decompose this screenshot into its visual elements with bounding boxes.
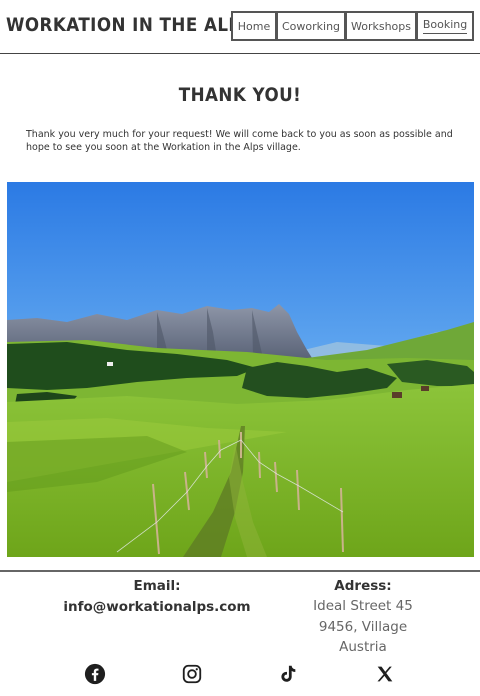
instagram-icon[interactable] xyxy=(181,663,203,685)
nav-home-label: Home xyxy=(237,19,271,33)
footer-address-block: Adress: Ideal Street 45 9456, Village Au… xyxy=(278,576,448,658)
alpine-meadow-photo xyxy=(7,182,474,557)
address-heading: Adress: xyxy=(334,578,392,594)
thank-you-message: Thank you very much for your request! We… xyxy=(26,129,453,153)
social-links xyxy=(0,663,480,685)
site-header: WORKATION IN THE ALPS Home Coworking Wor… xyxy=(0,0,480,54)
x-icon[interactable] xyxy=(374,663,396,685)
main-nav: Home Coworking Workshops Booking xyxy=(231,11,474,41)
nav-coworking[interactable]: Coworking xyxy=(276,11,346,41)
nav-booking-label: Booking xyxy=(422,18,468,34)
address-line-1: Ideal Street 45 xyxy=(313,598,413,614)
footer-email-block: Email: info@workationalps.com xyxy=(40,576,274,618)
nav-home[interactable]: Home xyxy=(231,11,277,41)
facebook-icon[interactable] xyxy=(84,663,106,685)
email-link[interactable]: info@workationalps.com xyxy=(40,596,274,618)
nav-booking[interactable]: Booking xyxy=(416,11,474,41)
nav-workshops-label: Workshops xyxy=(351,19,412,33)
site-logo[interactable]: WORKATION IN THE ALPS xyxy=(6,14,254,36)
footer-divider xyxy=(0,570,480,572)
page-title: THANK YOU! xyxy=(178,84,302,106)
nav-coworking-label: Coworking xyxy=(281,19,341,33)
address-line-3: Austria xyxy=(339,639,387,655)
tiktok-icon[interactable] xyxy=(277,663,299,685)
nav-workshops[interactable]: Workshops xyxy=(345,11,417,41)
address-line-2: 9456, Village xyxy=(318,618,408,635)
email-heading: Email: xyxy=(133,578,181,594)
